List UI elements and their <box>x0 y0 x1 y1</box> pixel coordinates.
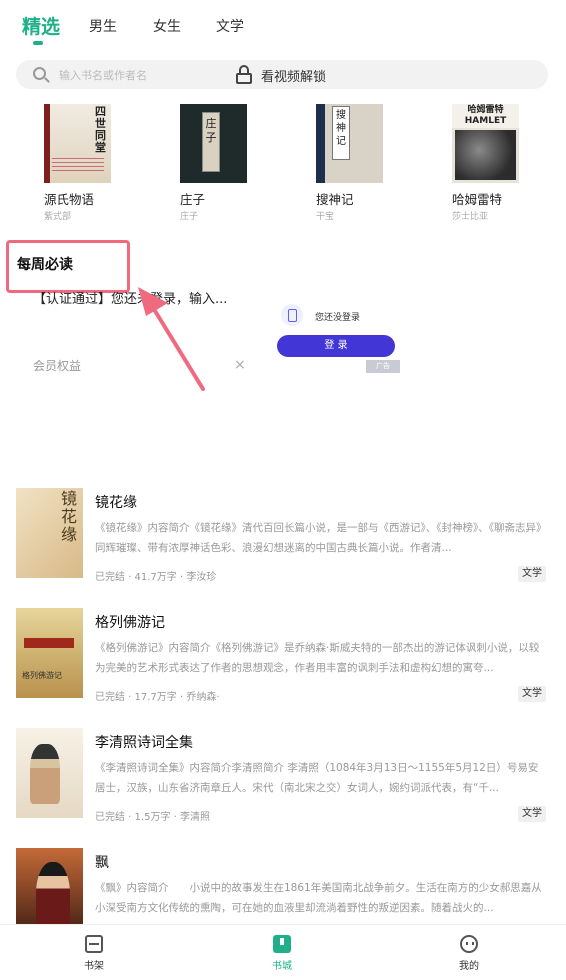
search-input[interactable]: 输入书名或作者名 <box>59 67 147 83</box>
search-bar[interactable]: 输入书名或作者名 看视频解锁 <box>16 60 548 89</box>
tab-featured[interactable]: 精选 <box>22 12 60 39</box>
book-title[interactable]: 庄子 <box>180 189 205 208</box>
book-description: 《飘》内容简介 小说中的故事发生在1861年美国南北战争前夕。生活在南方的少女郝… <box>95 882 542 914</box>
tab-male[interactable]: 男生 <box>89 16 117 36</box>
book-title: 格列佛游记 <box>95 615 165 631</box>
book-title: 镜花缘 <box>95 495 137 511</box>
cover-title-text: 搜神记 <box>332 106 350 160</box>
book-description: 《镜花缘》内容简介《镜花缘》清代百回长篇小说，是一部与《西游记》、《封神榜》、《… <box>95 522 547 554</box>
category-tag: 文学 <box>518 566 546 582</box>
bookstore-icon <box>273 935 291 953</box>
member-rights-text[interactable]: 会员权益 <box>33 357 81 374</box>
book-cover <box>16 728 83 818</box>
nav-label: 书城 <box>272 961 292 972</box>
book-author: 莎士比亚 <box>452 212 489 222</box>
book-title[interactable]: 源氏物语 <box>44 189 94 208</box>
highlight-annotation-box <box>6 240 130 293</box>
cover-title-text: 四世同堂 <box>95 105 106 154</box>
bookshelf-icon <box>85 935 103 953</box>
tab-literature[interactable]: 文学 <box>216 16 244 36</box>
book-cover[interactable]: 庄子 <box>180 104 247 183</box>
book-description: 《李清照诗词全集》内容简介李清照简介 李清照（1084年3月13日～1155年5… <box>95 762 539 794</box>
book-meta: 已完结 · 41.7万字 · 李汝珍 <box>95 572 217 583</box>
phone-icon <box>281 304 303 326</box>
nav-label: 我的 <box>459 961 479 972</box>
book-cover[interactable]: 搜神记 <box>316 104 383 183</box>
close-icon[interactable]: × <box>234 357 246 373</box>
list-item[interactable]: 镜花缘 镜花缘 《镜花缘》内容简介《镜花缘》清代百回长篇小说，是一部与《西游记》… <box>0 488 566 588</box>
list-item[interactable]: 李清照诗词全集 《李清照诗词全集》内容简介李清照简介 李清照（1084年3月13… <box>0 728 566 828</box>
book-title: 飘 <box>95 855 109 871</box>
nav-bookshelf[interactable]: 书架 <box>54 925 134 980</box>
category-tag: 文学 <box>518 806 546 822</box>
book-author: 干宝 <box>316 212 335 222</box>
ad-badge: 广告 <box>366 360 400 373</box>
book-cover: 镜花缘 <box>16 488 83 578</box>
category-tag: 文学 <box>518 686 546 702</box>
login-tip-text: 您还没登录 <box>315 313 361 323</box>
book-author: 紫式部 <box>44 212 72 222</box>
unlock-by-video-link[interactable]: 看视频解锁 <box>261 66 326 85</box>
tab-female[interactable]: 女生 <box>153 16 181 36</box>
ad-notice-text[interactable]: 【认证通过】您还未登录，输入... <box>33 288 227 307</box>
cover-title-text: 哈姆雷特 HAMLET <box>452 104 519 128</box>
tab-active-indicator <box>33 41 43 45</box>
list-item[interactable]: 格列佛游记 格列佛游记 《格列佛游记》内容简介《格列佛游记》是乔纳森·斯威夫特的… <box>0 608 566 708</box>
top-tab-bar: 精选 男生 女生 文学 <box>0 0 566 52</box>
book-cover: 格列佛游记 <box>16 608 83 698</box>
book-title: 李清照诗词全集 <box>95 735 193 751</box>
book-cover[interactable]: 四世同堂 <box>44 104 111 183</box>
book-title[interactable]: 搜神记 <box>316 189 354 208</box>
login-button[interactable]: 登 录 <box>277 335 395 357</box>
nav-label: 书架 <box>84 961 104 972</box>
book-description: 《格列佛游记》内容简介《格列佛游记》是乔纳森·斯威夫特的一部杰出的游记体讽刺小说… <box>95 642 540 674</box>
search-icon <box>33 67 46 80</box>
book-cover[interactable]: 哈姆雷特 HAMLET <box>452 104 519 183</box>
lock-icon <box>236 65 252 84</box>
book-title[interactable]: 哈姆雷特 <box>452 189 502 208</box>
nav-bookstore[interactable]: 书城 <box>242 925 322 980</box>
profile-icon <box>460 935 478 953</box>
book-meta: 已完结 · 17.7万字 · 乔纳森· <box>95 692 220 703</box>
book-author: 庄子 <box>180 212 199 222</box>
bottom-nav: 书架 书城 我的 <box>0 924 566 980</box>
nav-me[interactable]: 我的 <box>429 925 509 980</box>
book-meta: 已完结 · 1.5万字 · 李清照 <box>95 812 210 823</box>
cover-title-text: 庄子 <box>202 112 220 172</box>
